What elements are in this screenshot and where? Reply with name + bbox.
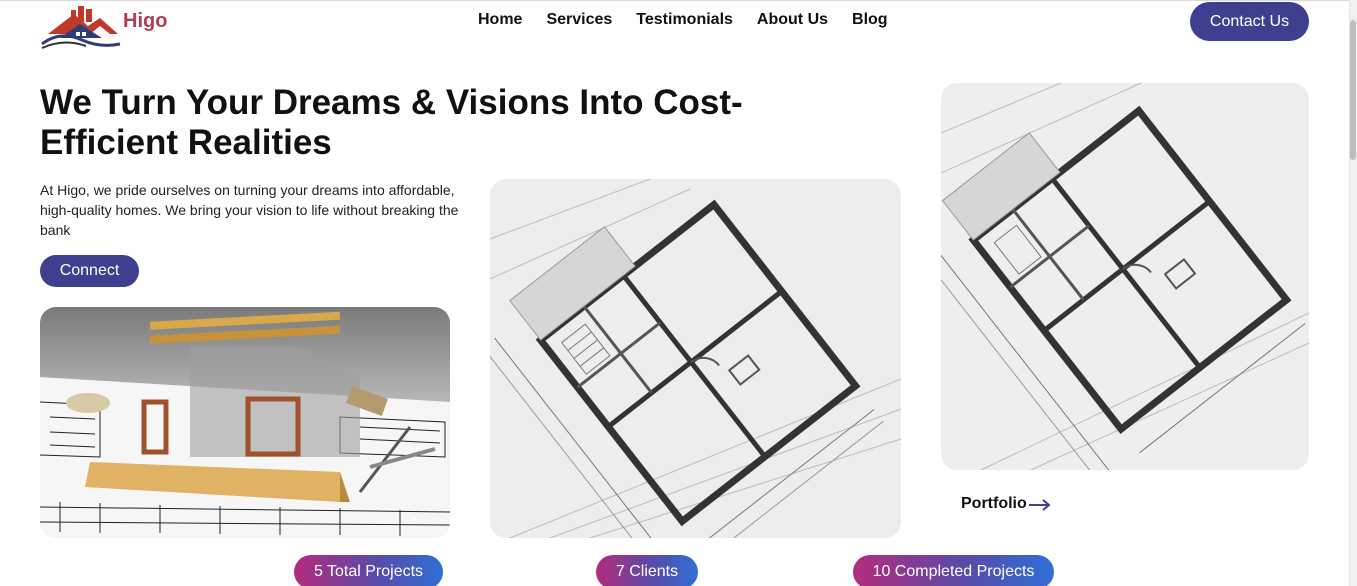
hero-description: At Higo, we pride ourselves on turning y… — [40, 182, 459, 238]
logo-icon[interactable] — [40, 4, 122, 50]
scrollbar-thumb[interactable] — [1350, 20, 1356, 160]
browser-top-border — [0, 0, 1357, 5]
brand-name[interactable]: Higo — [123, 10, 167, 33]
page-scrollbar[interactable] — [1349, 0, 1357, 586]
main-nav: Home Services Testimonials About Us Blog — [478, 11, 912, 29]
stat-completed-projects: 10 Completed Projects — [853, 555, 1054, 586]
nav-about-us[interactable]: About Us — [757, 11, 828, 29]
nav-home[interactable]: Home — [478, 11, 522, 29]
floor-plan-image — [490, 179, 901, 538]
nav-blog[interactable]: Blog — [852, 11, 888, 29]
floor-plan-image-detail — [941, 83, 1309, 470]
hero-headline: We Turn Your Dreams & Visions Into Cost-… — [40, 83, 743, 162]
nav-testimonials[interactable]: Testimonials — [636, 11, 733, 29]
contact-us-button[interactable]: Contact Us — [1190, 2, 1309, 41]
stat-total-projects: 5 Total Projects — [294, 555, 443, 586]
nav-services[interactable]: Services — [546, 11, 612, 29]
portfolio-link[interactable]: Portfolio — [961, 495, 1051, 513]
connect-button[interactable]: Connect — [40, 255, 139, 287]
stat-clients: 7 Clients — [596, 555, 698, 586]
portfolio-label: Portfolio — [961, 495, 1027, 512]
arrow-right-icon — [1028, 498, 1051, 511]
construction-plan-image — [40, 307, 450, 538]
